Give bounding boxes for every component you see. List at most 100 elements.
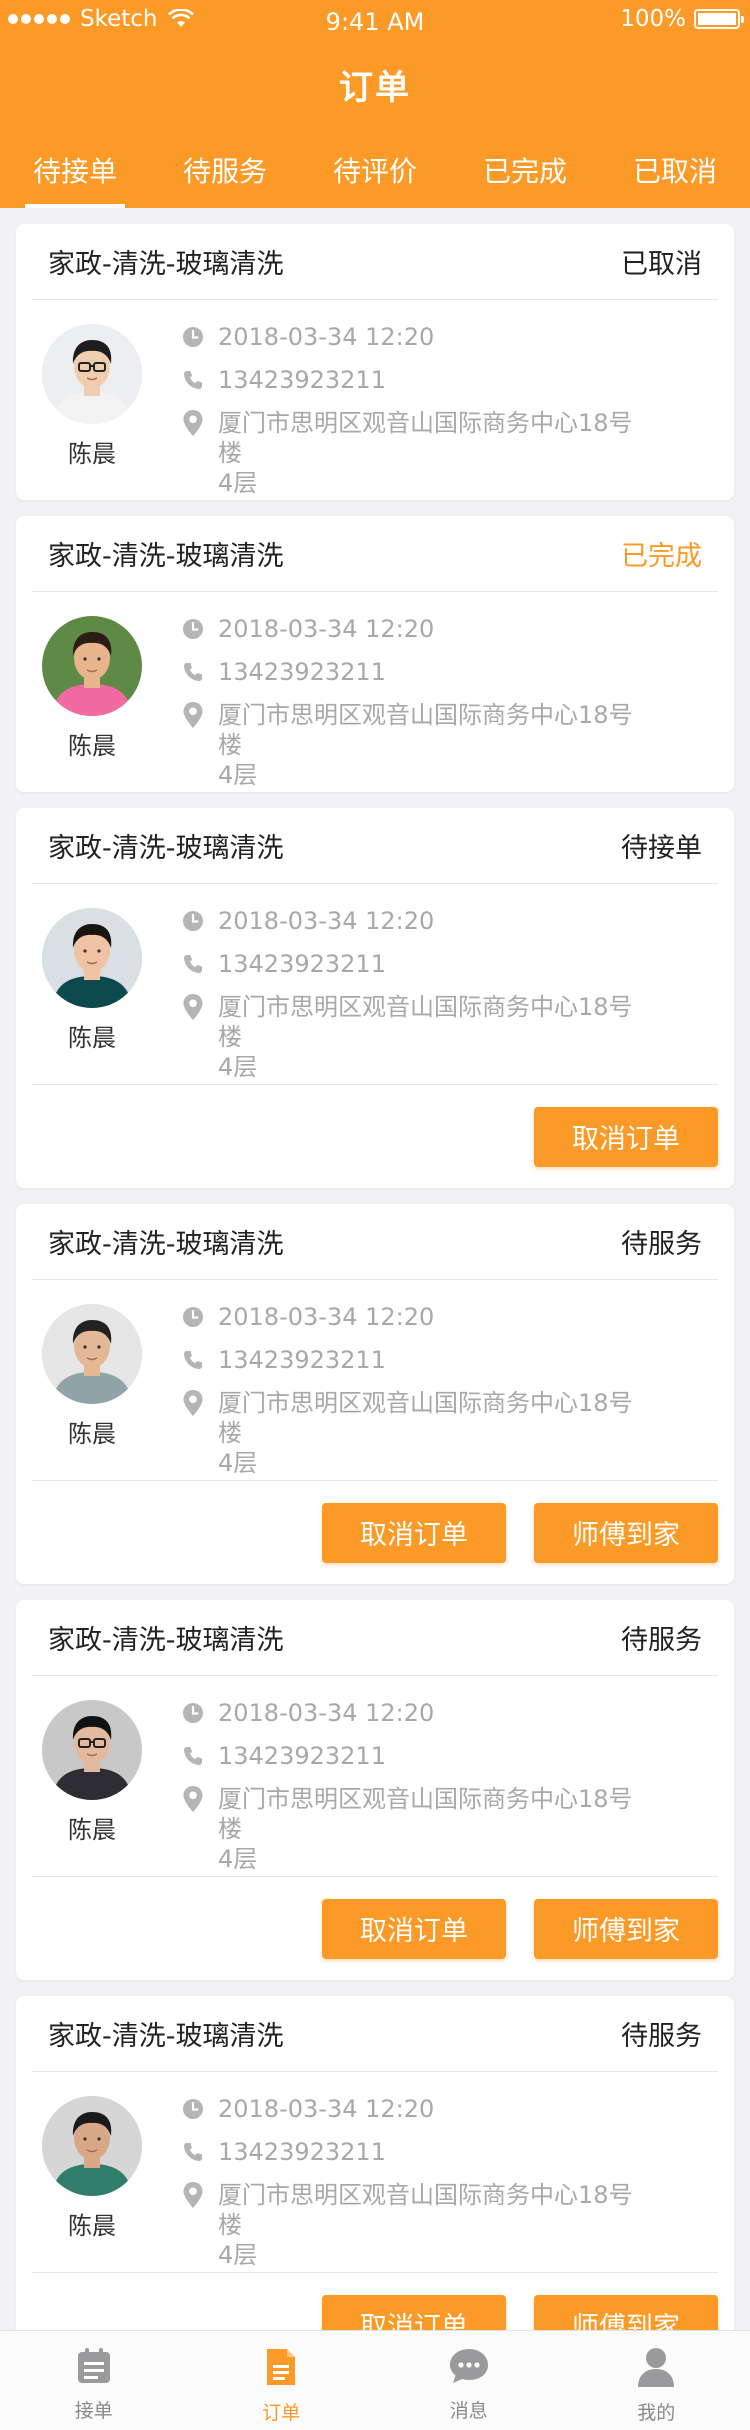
- clock-icon: [182, 1302, 204, 1332]
- order-card[interactable]: 家政-清洗-玻璃清洗 待服务陈晨 2018-03-34 12:20 134239232…: [16, 1204, 734, 1584]
- worker-name: 陈晨: [68, 1024, 116, 1052]
- nav-item-0[interactable]: 接单: [0, 2331, 188, 2430]
- order-address-line2: 4层: [218, 1449, 258, 1477]
- cancel-order-button[interactable]: 取消订单: [322, 1502, 506, 1563]
- order-address-line2: 4层: [218, 1845, 258, 1873]
- clock-icon: [182, 2094, 204, 2124]
- order-header: 家政-清洗-玻璃清洗 待服务: [32, 1600, 718, 1676]
- worker-arrived-button[interactable]: 师傅到家: [534, 1898, 718, 1959]
- clock-icon: [182, 1698, 204, 1728]
- order-status: 待服务: [621, 2021, 702, 2052]
- order-address-line2: 4层: [218, 2241, 258, 2269]
- header: Sketch 9:41 AM 100% 订单 待接单 待服务 待评价 已完成 已取消: [0, 0, 750, 208]
- phone-icon: [182, 657, 204, 687]
- tab-0[interactable]: 待接单: [0, 140, 150, 208]
- order-info: 2018-03-34 12:20 13423923211 厦门市思明区观音山国际商务…: [182, 2094, 652, 2283]
- phone-icon: [182, 365, 204, 395]
- order-header: 家政-清洗-玻璃清洗 待服务: [32, 1996, 718, 2072]
- order-address-line1: 厦门市思明区观音山国际商务中心18号楼: [218, 409, 633, 467]
- tab-1[interactable]: 待服务: [150, 140, 300, 208]
- worker-name: 陈晨: [68, 440, 116, 468]
- order-time: 2018-03-34 12:20: [218, 907, 435, 935]
- order-body: 陈晨 2018-03-34 12:20 13423923211 厦门市思明区观音山国际…: [32, 300, 718, 500]
- service-name: 家政-清洗-玻璃清洗: [48, 1625, 284, 1656]
- order-body: 陈晨 2018-03-34 12:20 13423923211 厦门市思明区观音山国际…: [32, 2072, 718, 2272]
- cancel-order-button[interactable]: 取消订单: [322, 1898, 506, 1959]
- cancel-order-button[interactable]: 取消订单: [534, 1106, 718, 1167]
- order-address-line1: 厦门市思明区观音山国际商务中心18号楼: [218, 993, 633, 1051]
- clock-icon: [182, 906, 204, 936]
- order-header: 家政-清洗-玻璃清洗 已取消: [32, 224, 718, 300]
- nav-label: 订单: [262, 2402, 301, 2424]
- tab-2[interactable]: 待评价: [300, 140, 450, 208]
- clock-icon: [182, 322, 204, 352]
- order-card[interactable]: 家政-清洗-玻璃清洗 待接单 陈晨 2018-03-34 12:20 134239232…: [16, 808, 734, 1188]
- order-phone[interactable]: 13423923211: [218, 2137, 386, 2167]
- person-icon: [637, 2347, 675, 2392]
- order-list: 家政-清洗-玻璃清洗 已取消陈晨 2018-03-34 12:20 134239232…: [16, 224, 734, 2392]
- nav-item-1[interactable]: 订单: [188, 2331, 376, 2430]
- phone-icon: [182, 1345, 204, 1375]
- nav-item-2[interactable]: 消息: [375, 2331, 563, 2430]
- phone-icon: [182, 1741, 204, 1771]
- worker-name: 陈晨: [68, 1420, 116, 1448]
- avatar: [42, 1700, 142, 1800]
- order-address-line2: 4层: [218, 469, 258, 497]
- status-right: 100%: [620, 6, 744, 32]
- order-status: 待服务: [621, 1625, 702, 1656]
- order-card[interactable]: 家政-清洗-玻璃清洗 待服务 陈晨 2018-03-34 12:20 134239232…: [16, 1600, 734, 1980]
- order-address-line1: 厦门市思明区观音山国际商务中心18号楼: [218, 701, 633, 759]
- order-address-line1: 厦门市思明区观音山国际商务中心18号楼: [218, 1389, 633, 1447]
- nav-label: 接单: [74, 2400, 113, 2422]
- order-address-line1: 厦门市思明区观音山国际商务中心18号楼: [218, 2181, 633, 2239]
- order-phone[interactable]: 13423923211: [218, 657, 386, 687]
- order-card[interactable]: 家政-清洗-玻璃清洗 已取消陈晨 2018-03-34 12:20 134239232…: [16, 224, 734, 500]
- location-pin-icon: [182, 1784, 204, 1814]
- order-time: 2018-03-34 12:20: [218, 1303, 435, 1331]
- battery-percent: 100%: [620, 6, 686, 32]
- avatar: [42, 616, 142, 716]
- order-body: 陈晨 2018-03-34 12:20 13423923211 厦门市思明区观音山国际…: [32, 884, 718, 1084]
- order-time: 2018-03-34 12:20: [218, 1699, 435, 1727]
- order-status: 待服务: [621, 1229, 702, 1260]
- order-address-line1: 厦门市思明区观音山国际商务中心18号楼: [218, 1785, 633, 1843]
- nav-item-3[interactable]: 我的: [563, 2331, 750, 2430]
- order-header: 家政-清洗-玻璃清洗 已完成: [32, 516, 718, 592]
- nav-label: 消息: [449, 2400, 488, 2422]
- order-phone[interactable]: 13423923211: [218, 949, 386, 979]
- order-card[interactable]: 家政-清洗-玻璃清洗 已完成 陈晨 2018-03-34 12:20 134239232…: [16, 516, 734, 792]
- bottom-nav: 接单 订单 消息 我的: [0, 2330, 750, 2430]
- tab-3[interactable]: 已完成: [450, 140, 600, 208]
- clock-icon: [182, 614, 204, 644]
- worker-arrived-button[interactable]: 师傅到家: [534, 1502, 718, 1563]
- tab-4[interactable]: 已取消: [600, 140, 750, 208]
- avatar: [42, 324, 142, 424]
- order-card[interactable]: 家政-清洗-玻璃清洗 待服务 陈晨 2018-03-34 12:20 134239232…: [16, 1996, 734, 2376]
- order-info: 2018-03-34 12:20 13423923211 厦门市思明区观音山国际商务…: [182, 614, 652, 803]
- worker-name: 陈晨: [68, 732, 116, 760]
- location-pin-icon: [182, 2180, 204, 2210]
- location-pin-icon: [182, 700, 204, 730]
- nav-label: 我的: [637, 2402, 676, 2424]
- order-info: 2018-03-34 12:20 13423923211 厦门市思明区观音山国际商务…: [182, 1698, 652, 1887]
- service-name: 家政-清洗-玻璃清洗: [48, 2021, 284, 2052]
- order-body: 陈晨 2018-03-34 12:20 13423923211 厦门市思明区观音山国际…: [32, 1676, 718, 1876]
- order-address-line2: 4层: [218, 761, 258, 789]
- order-phone[interactable]: 13423923211: [218, 1741, 386, 1771]
- order-status: 已取消: [621, 249, 702, 280]
- order-status: 待接单: [621, 833, 702, 864]
- order-phone[interactable]: 13423923211: [218, 365, 386, 395]
- service-name: 家政-清洗-玻璃清洗: [48, 249, 284, 280]
- chat-icon: [448, 2347, 490, 2390]
- service-name: 家政-清洗-玻璃清洗: [48, 1229, 284, 1260]
- document-icon: [264, 2347, 298, 2392]
- page-title: 订单: [339, 68, 411, 108]
- location-pin-icon: [182, 408, 204, 438]
- order-time: 2018-03-34 12:20: [218, 2095, 435, 2123]
- order-phone[interactable]: 13423923211: [218, 1345, 386, 1375]
- location-pin-icon: [182, 992, 204, 1022]
- order-body: 陈晨 2018-03-34 12:20 13423923211 厦门市思明区观音山国际…: [32, 592, 718, 792]
- order-header: 家政-清洗-玻璃清洗 待服务: [32, 1204, 718, 1280]
- order-time: 2018-03-34 12:20: [218, 323, 435, 351]
- avatar: [42, 1304, 142, 1404]
